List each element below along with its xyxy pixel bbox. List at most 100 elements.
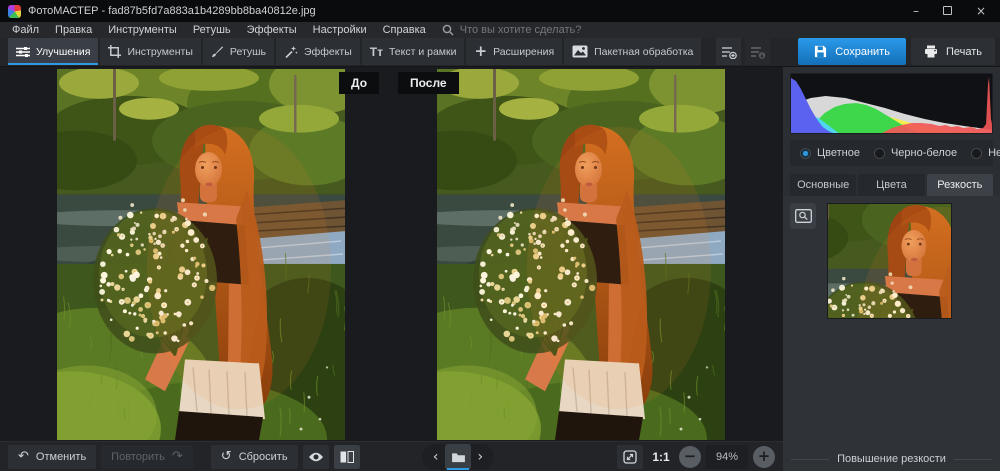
undo-button[interactable]: ↶ Отменить — [8, 445, 96, 469]
printer-icon — [924, 45, 938, 58]
minimize-button[interactable]: – — [913, 5, 919, 17]
panel-tab-резкость[interactable]: Резкость — [927, 174, 993, 196]
sliders-icon — [16, 46, 30, 58]
close-button[interactable]: × — [976, 5, 986, 17]
before-label: До — [339, 72, 379, 94]
panel-tab-основные[interactable]: Основные — [790, 174, 856, 196]
detail-preview-thumbnail[interactable] — [827, 203, 952, 319]
save-icon — [814, 45, 827, 58]
reset-icon: ↺ — [221, 449, 232, 464]
after-photo[interactable] — [437, 69, 725, 440]
tab-улучшения[interactable]: Улучшения — [8, 38, 98, 65]
color-mode-selector: ЦветноеЧерно-белоеНегатив — [790, 140, 993, 166]
crop-icon — [108, 45, 121, 58]
mode-label: Цветное — [817, 147, 860, 159]
before-photo[interactable] — [57, 69, 345, 440]
right-panel: Цветное Черно-белое Негатив ОсновныеЦветаР… — [783, 67, 1000, 471]
show-original-button[interactable] — [303, 445, 329, 469]
reset-label: Сбросить — [239, 451, 288, 463]
import-preset-button[interactable] — [745, 38, 770, 65]
search-icon — [442, 24, 454, 36]
panel-tabs: ОсновныеЦветаРезкость — [790, 174, 993, 196]
panel-tab-цвета[interactable]: Цвета — [858, 174, 924, 196]
histogram — [790, 73, 993, 134]
folder-icon — [451, 452, 466, 463]
tab-текст и рамки[interactable]: Tт Текст и рамки — [362, 38, 465, 65]
radio-icon — [971, 148, 982, 159]
search-placeholder: Что вы хотите сделать? — [460, 24, 582, 36]
menu-настройки[interactable]: Настройки — [305, 22, 375, 38]
tab-label: Улучшения — [36, 46, 90, 58]
wand-icon — [284, 45, 298, 59]
batch-processing-label: Пакетная обработка — [594, 46, 693, 58]
fit-to-screen-button[interactable] — [617, 445, 643, 469]
title-bar: ФотоМАСТЕР - fad87b5fd7a883a1b4289bb8ba4… — [0, 0, 1000, 22]
mode-цветное[interactable]: Цветное — [800, 147, 860, 159]
zoom-actual-size-button[interactable]: 1:1 — [648, 445, 674, 469]
preview-zoom-button[interactable] — [790, 203, 816, 229]
save-button[interactable]: Сохранить — [798, 38, 906, 65]
mode-черно-белое[interactable]: Черно-белое — [874, 147, 957, 159]
undo-label: Отменить — [36, 451, 86, 463]
main-toolbar: Улучшения Инструменты Ретушь Эффекты Tт Текст… — [0, 38, 1000, 67]
menu-правка[interactable]: Правка — [47, 22, 100, 38]
print-button[interactable]: Печать — [911, 38, 995, 65]
tab-эффекты[interactable]: Эффекты — [276, 38, 360, 65]
section-title: Повышение резкости — [837, 453, 946, 465]
eye-icon — [308, 452, 324, 462]
menu-bar: ФайлПравкаИнструментыРетушьЭффектыНастро… — [0, 22, 1000, 38]
plus-icon: + — [474, 44, 487, 59]
open-folder-button[interactable] — [445, 444, 470, 470]
tab-label: Инструменты — [127, 46, 192, 58]
mode-label: Негатив — [988, 147, 1000, 159]
after-label: После — [398, 72, 459, 94]
restore-button[interactable] — [943, 5, 952, 17]
tab-расширения[interactable]: + Расширения — [466, 38, 562, 65]
tab-label: Эффекты — [304, 46, 352, 58]
compare-view-button[interactable] — [334, 445, 360, 469]
preset-download-icon — [750, 45, 766, 59]
batch-processing-button[interactable]: Пакетная обработка — [564, 38, 701, 65]
previous-photo-button[interactable]: ‹ — [426, 446, 445, 468]
quick-search[interactable]: Что вы хотите сделать? — [442, 24, 582, 36]
menu-файл[interactable]: Файл — [4, 22, 47, 38]
restore-icon — [943, 6, 952, 15]
photo-canvas: До После — [0, 67, 783, 441]
sharpness-panel: Повышение резкостиСила36Радиус17,2Порог9… — [783, 196, 1000, 471]
section-header: Повышение резкости — [791, 452, 992, 466]
app-logo-icon — [8, 5, 21, 18]
photomaster-window: ФотоМАСТЕР - fad87b5fd7a883a1b4289bb8ba4… — [0, 0, 1000, 471]
undo-icon: ↶ — [18, 449, 29, 464]
expand-icon — [623, 450, 637, 464]
tab-инструменты[interactable]: Инструменты — [100, 38, 200, 65]
text-icon: Tт — [370, 45, 383, 59]
magnifier-window-icon — [795, 209, 812, 223]
redo-button[interactable]: Повторить ↷ — [101, 445, 193, 469]
save-label: Сохранить — [835, 46, 890, 58]
redo-icon: ↷ — [172, 449, 183, 464]
file-navigator: ‹ › — [422, 444, 494, 470]
photo-stack-icon — [572, 45, 588, 58]
next-photo-button[interactable]: › — [471, 446, 490, 468]
menu-инструменты[interactable]: Инструменты — [100, 22, 185, 38]
print-label: Печать — [946, 46, 982, 58]
menu-эффекты[interactable]: Эффекты — [239, 22, 305, 38]
tab-ретушь[interactable]: Ретушь — [203, 38, 274, 65]
split-view-icon — [340, 451, 354, 463]
histogram-chart — [791, 74, 992, 133]
brush-icon — [211, 45, 224, 58]
menu-справка[interactable]: Справка — [375, 22, 434, 38]
radio-icon — [800, 148, 811, 159]
add-preset-button[interactable] — [716, 38, 741, 65]
zoom-in-button[interactable]: + — [753, 446, 775, 468]
radio-icon — [874, 148, 885, 159]
redo-label: Повторить — [111, 451, 165, 463]
mode-негатив[interactable]: Негатив — [971, 147, 1000, 159]
tab-label: Текст и рамки — [389, 46, 457, 58]
tab-label: Расширения — [493, 46, 554, 58]
menu-ретушь[interactable]: Ретушь — [185, 22, 239, 38]
zoom-out-button[interactable]: − — [679, 446, 701, 468]
reset-button[interactable]: ↺ Сбросить — [211, 445, 298, 469]
tab-label: Ретушь — [230, 46, 266, 58]
bottom-bar: ↶ Отменить Повторить ↷ ↺ Сбросить — [0, 441, 783, 471]
